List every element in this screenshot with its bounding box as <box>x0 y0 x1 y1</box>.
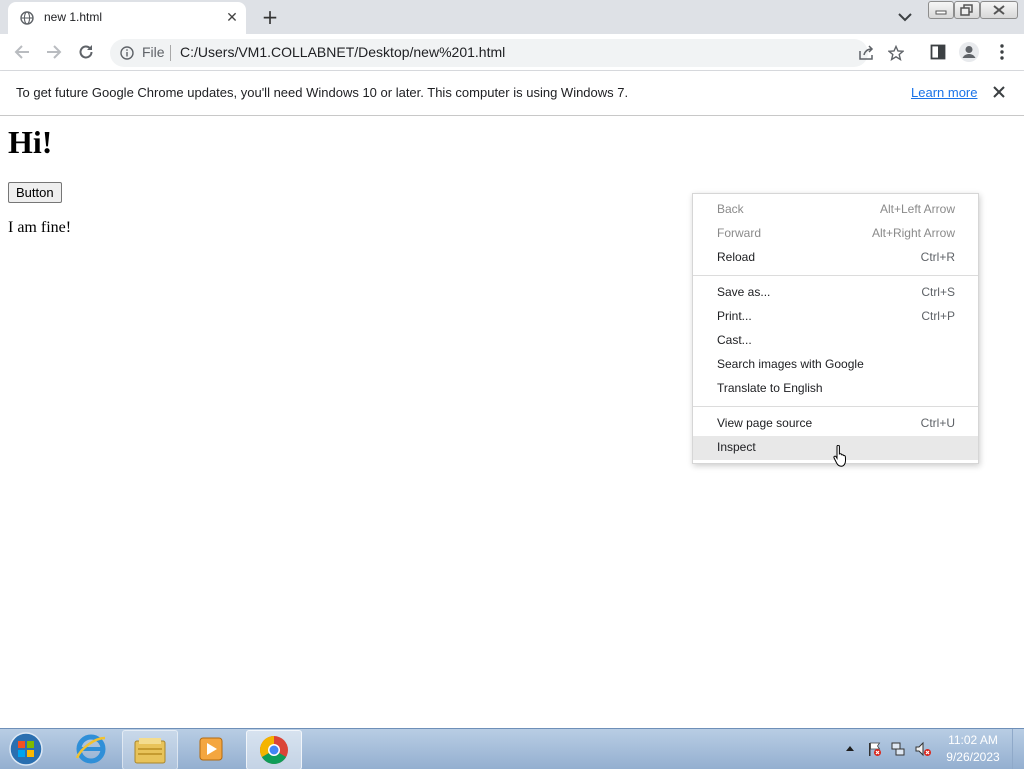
tab-strip: new 1.html ✕ + <box>0 0 1024 34</box>
context-menu-item-label: Reload <box>717 250 756 264</box>
context-menu-item-view-page-source[interactable]: View page source Ctrl+U <box>693 412 978 436</box>
info-icon[interactable] <box>120 46 134 60</box>
context-menu-item-search-images-with-google[interactable]: Search images with Google <box>693 353 978 377</box>
address-bar[interactable]: File C:/Users/VM1.COLLABNET/Desktop/new%… <box>110 39 904 67</box>
taskbar-chrome[interactable] <box>246 730 302 770</box>
context-menu-item-shortcut: Ctrl+P <box>921 309 955 323</box>
browser-toolbar: File C:/Users/VM1.COLLABNET/Desktop/new%… <box>0 34 1024 71</box>
context-menu-item-shortcut: Ctrl+S <box>921 285 955 299</box>
context-menu-item-label: Cast... <box>717 333 752 347</box>
action-center-flag-icon[interactable] <box>866 741 882 757</box>
share-icon[interactable] <box>858 45 874 61</box>
context-menu-item-label: Save as... <box>717 285 771 299</box>
context-menu-item-label: Forward <box>717 226 762 240</box>
context-menu-item-label: Inspect <box>717 440 756 454</box>
bookmark-star-icon[interactable] <box>888 45 904 61</box>
forward-arrow-icon[interactable] <box>44 42 64 62</box>
context-menu-item-label: Back <box>717 202 744 216</box>
taskbar-internet-explorer[interactable] <box>64 730 118 768</box>
more-menu-icon[interactable] <box>994 42 1010 62</box>
context-menu-item-back[interactable]: Back Alt+Left Arrow <box>693 198 978 222</box>
infobar-message: To get future Google Chrome updates, you… <box>16 85 629 100</box>
context-menu-item-label: Search images with Google <box>717 357 864 371</box>
profile-avatar-icon[interactable] <box>958 41 980 63</box>
context-menu-item-reload[interactable]: Reload Ctrl+R <box>693 246 978 270</box>
context-menu-item-shortcut: Alt+Right Arrow <box>871 226 955 240</box>
context-menu-item-shortcut: Ctrl+U <box>920 416 955 430</box>
infobar-close-icon[interactable] <box>990 83 1008 101</box>
minimize-icon <box>935 10 947 15</box>
tab-title: new 1.html <box>44 10 103 24</box>
show-hidden-icons-icon[interactable] <box>844 743 856 753</box>
internet-explorer-icon <box>75 734 106 764</box>
context-menu-separator <box>693 406 978 407</box>
learn-more-link[interactable]: Learn more <box>911 85 977 100</box>
url-text[interactable]: C:/Users/VM1.COLLABNET/Desktop/new%201.h… <box>180 44 505 60</box>
tab-search-chevron-icon[interactable] <box>896 9 914 25</box>
clock-date[interactable]: 9/26/2023 <box>944 750 1002 764</box>
side-panel-icon[interactable] <box>930 44 946 60</box>
media-player-icon <box>199 737 223 761</box>
context-menu-item-label: Translate to English <box>717 381 823 395</box>
update-infobar: To get future Google Chrome updates, you… <box>0 71 1024 116</box>
back-arrow-icon[interactable] <box>12 42 32 62</box>
restore-icon <box>960 4 973 16</box>
context-menu-item-shortcut: Ctrl+R <box>920 250 955 264</box>
page-button[interactable]: Button <box>8 182 62 203</box>
mouse-cursor-icon <box>833 445 847 467</box>
windows-taskbar: 11:02 AM 9/26/2023 <box>0 728 1024 770</box>
context-menu-item-save-as[interactable]: Save as... Ctrl+S <box>693 281 978 305</box>
page-paragraph: I am fine! <box>8 219 72 236</box>
volume-muted-icon[interactable] <box>914 741 932 757</box>
windows-explorer-icon <box>134 738 166 764</box>
page-heading: Hi! <box>8 124 53 160</box>
omnibox-divider <box>170 45 171 61</box>
reload-icon[interactable] <box>76 42 96 62</box>
close-icon <box>993 5 1005 15</box>
context-menu-item-translate-to-english[interactable]: Translate to English <box>693 377 978 401</box>
tab-close-icon[interactable]: ✕ <box>224 10 240 26</box>
context-menu-item-print[interactable]: Print... Ctrl+P <box>693 305 978 329</box>
window-close-button[interactable] <box>980 1 1018 19</box>
scheme-label: File <box>142 44 165 60</box>
window-restore-button[interactable] <box>954 1 980 19</box>
chrome-icon <box>260 736 288 764</box>
show-desktop-button[interactable] <box>1012 729 1024 769</box>
context-menu-separator <box>693 275 978 276</box>
context-menu-item-label: Print... <box>717 309 752 323</box>
window-minimize-button[interactable] <box>928 1 954 19</box>
context-menu-item-label: View page source <box>717 416 813 430</box>
taskbar-media-player[interactable] <box>184 730 238 768</box>
context-menu-item-shortcut: Alt+Left Arrow <box>879 202 955 216</box>
tab-new-1-html[interactable]: new 1.html ✕ <box>8 2 246 34</box>
context-menu: Back Alt+Left Arrow Forward Alt+Right Arrow… <box>692 193 979 464</box>
taskbar-windows-explorer[interactable] <box>122 730 178 770</box>
new-tab-button[interactable]: + <box>260 7 280 28</box>
clock-time[interactable]: 11:02 AM <box>944 733 1002 747</box>
context-menu-item-forward[interactable]: Forward Alt+Right Arrow <box>693 222 978 246</box>
globe-icon <box>20 11 34 25</box>
network-icon[interactable] <box>890 741 906 757</box>
context-menu-item-cast[interactable]: Cast... <box>693 329 978 353</box>
start-orb-icon[interactable] <box>4 730 48 768</box>
